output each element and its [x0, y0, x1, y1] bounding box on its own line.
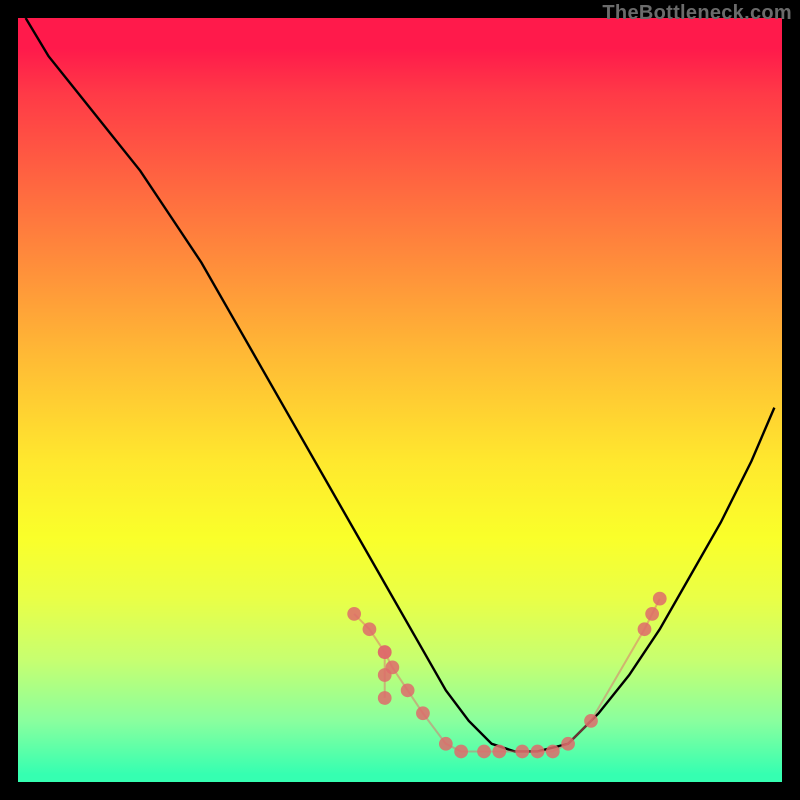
bottleneck-curve: [26, 18, 775, 751]
data-marker: [645, 607, 659, 621]
data-marker: [515, 745, 529, 759]
curve-group: [26, 18, 775, 751]
data-marker: [378, 668, 392, 682]
data-marker: [638, 622, 652, 636]
markers-group: [347, 592, 666, 759]
chart-container: TheBottleneck.com: [0, 0, 800, 800]
data-marker: [546, 745, 560, 759]
data-marker: [653, 592, 667, 606]
data-marker: [561, 737, 575, 751]
data-marker: [477, 745, 491, 759]
data-marker: [363, 622, 377, 636]
data-marker: [531, 745, 545, 759]
data-marker: [492, 745, 506, 759]
data-marker: [454, 745, 468, 759]
data-marker: [416, 706, 430, 720]
data-marker: [378, 645, 392, 659]
chart-svg: [18, 18, 782, 782]
plot-area: [18, 18, 782, 782]
markers-connector: [354, 599, 660, 752]
data-marker: [401, 683, 415, 697]
data-marker: [378, 691, 392, 705]
data-marker: [347, 607, 361, 621]
data-marker: [439, 737, 453, 751]
watermark-label: TheBottleneck.com: [602, 2, 792, 25]
data-marker: [584, 714, 598, 728]
